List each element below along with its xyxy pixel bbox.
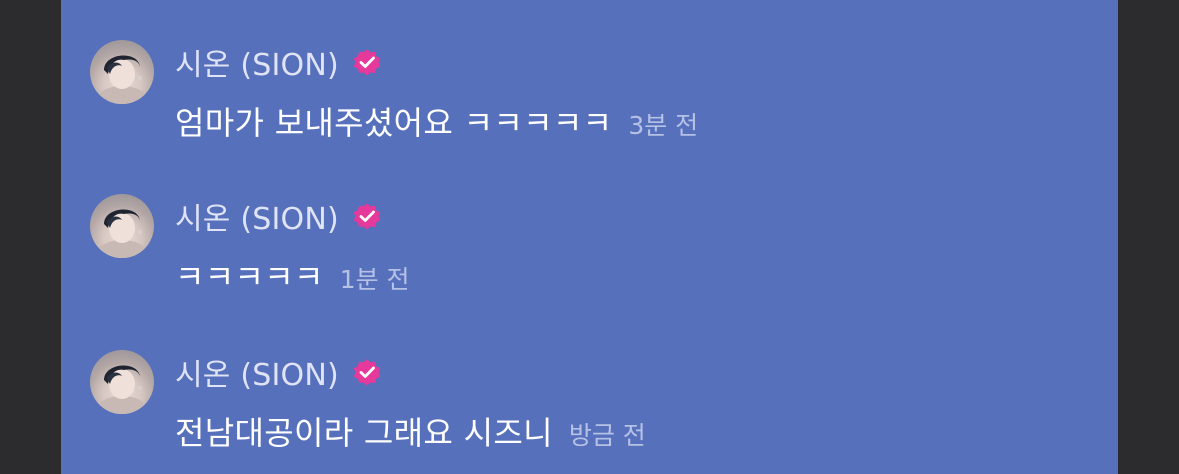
- avatar[interactable]: [90, 40, 154, 104]
- message-time: 1분 전: [339, 265, 410, 294]
- message-text: ㅋㅋㅋㅋㅋ: [175, 258, 324, 296]
- avatar-portrait-icon: [98, 209, 146, 258]
- verified-badge-icon: [353, 359, 381, 386]
- message-time: 방금 전: [568, 421, 646, 450]
- author-name[interactable]: 시온 (SION): [175, 194, 339, 238]
- author-row: 시온 (SION): [175, 350, 383, 394]
- message-text: 엄마가 보내주셨어요 ㅋㅋㅋㅋㅋ: [175, 104, 613, 142]
- chat-message: 시온 (SION) 엄마가 보내주셨어요 ㅋㅋㅋㅋㅋ 3분 전: [90, 40, 1090, 142]
- message-time: 3분 전: [628, 111, 699, 140]
- author-row: 시온 (SION): [175, 194, 383, 238]
- avatar[interactable]: [90, 194, 154, 258]
- chat-message: 시온 (SION) ㅋㅋㅋㅋㅋ 1분 전: [90, 194, 1090, 296]
- message-row: 전남대공이라 그래요 시즈니 방금 전: [175, 408, 646, 452]
- author-name[interactable]: 시온 (SION): [175, 40, 339, 84]
- avatar-portrait-icon: [98, 55, 146, 104]
- avatar[interactable]: [90, 350, 154, 414]
- chat-message: 시온 (SION) 전남대공이라 그래요 시즈니 방금 전: [90, 350, 1090, 452]
- chat-panel: 시온 (SION) 엄마가 보내주셨어요 ㅋㅋㅋㅋㅋ 3분 전 시온 (SION…: [61, 0, 1118, 474]
- verified-badge-icon: [353, 49, 381, 76]
- message-row: ㅋㅋㅋㅋㅋ 1분 전: [175, 252, 410, 296]
- right-background: [1118, 0, 1179, 474]
- verified-badge-icon: [353, 203, 381, 230]
- message-text: 전남대공이라 그래요 시즈니: [175, 414, 553, 452]
- message-row: 엄마가 보내주셨어요 ㅋㅋㅋㅋㅋ 3분 전: [175, 98, 698, 142]
- author-name[interactable]: 시온 (SION): [175, 350, 339, 394]
- left-background: [0, 0, 61, 474]
- author-row: 시온 (SION): [175, 40, 383, 84]
- avatar-portrait-icon: [98, 365, 146, 414]
